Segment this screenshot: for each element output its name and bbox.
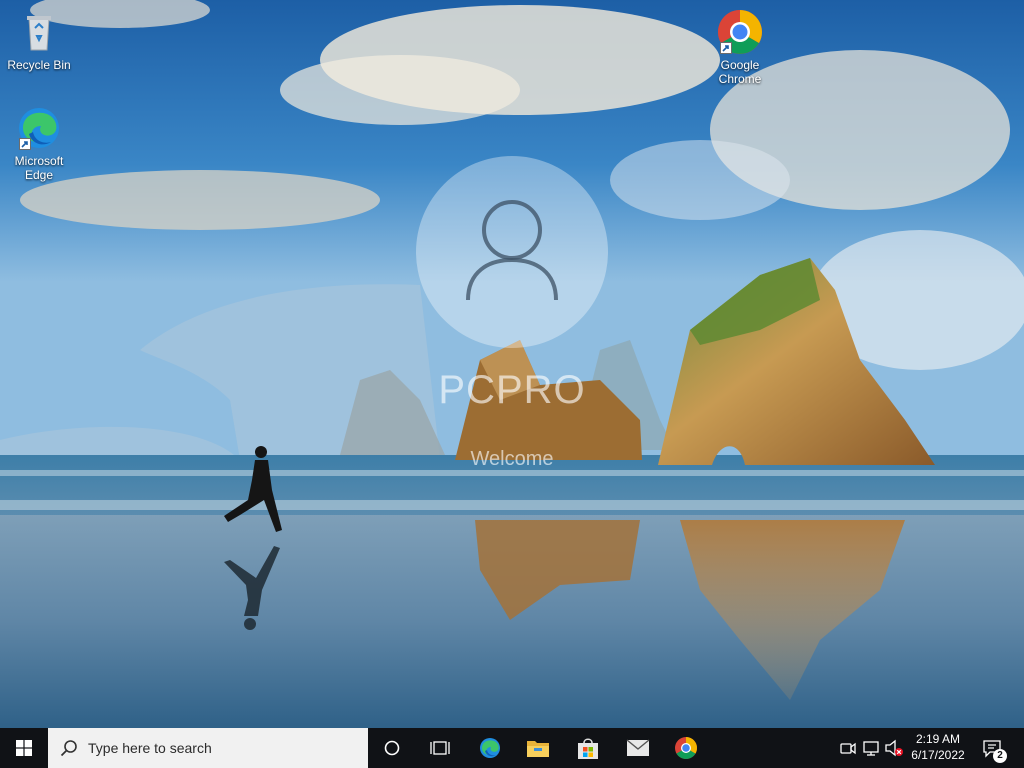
shortcut-arrow-icon bbox=[19, 138, 31, 150]
chrome-icon bbox=[675, 737, 697, 759]
desktop-icon-google-chrome[interactable]: Google Chrome bbox=[702, 8, 778, 86]
desktop-icon-label: Google Chrome bbox=[718, 58, 762, 86]
desktop-icon-label: Microsoft Edge bbox=[14, 154, 64, 182]
notification-count-badge: 2 bbox=[993, 749, 1007, 763]
network-icon[interactable] bbox=[862, 738, 882, 758]
volume-muted-icon[interactable] bbox=[884, 738, 904, 758]
cortana-icon bbox=[384, 740, 400, 756]
chrome-icon bbox=[716, 8, 764, 56]
clock[interactable]: 2:19 AM 6/17/2022 bbox=[906, 731, 970, 763]
edge-icon bbox=[15, 104, 63, 152]
task-view-button[interactable] bbox=[416, 728, 464, 768]
recycle-bin-icon bbox=[15, 8, 63, 56]
microsoft-store-icon bbox=[578, 738, 598, 759]
search-placeholder: Type here to search bbox=[88, 740, 212, 756]
windows-logo-icon bbox=[16, 740, 32, 756]
shortcut-arrow-icon bbox=[720, 42, 732, 54]
taskbar-file-explorer[interactable] bbox=[514, 728, 562, 768]
desktop-icon-microsoft-edge[interactable]: Microsoft Edge bbox=[1, 104, 77, 182]
clock-time: 2:19 AM bbox=[915, 732, 961, 746]
desktop-icon-recycle-bin[interactable]: Recycle Bin bbox=[1, 8, 77, 72]
taskbar-microsoft-store[interactable] bbox=[564, 728, 612, 768]
task-view-icon bbox=[430, 741, 450, 755]
file-explorer-icon bbox=[527, 741, 549, 757]
search-icon bbox=[60, 740, 77, 757]
mail-icon bbox=[626, 739, 650, 756]
taskbar-chrome[interactable] bbox=[662, 728, 710, 768]
meet-now-icon[interactable] bbox=[838, 738, 858, 758]
taskbar-mail[interactable] bbox=[614, 728, 662, 768]
desktop-icon-label: Recycle Bin bbox=[7, 58, 71, 72]
taskbar: Type here to search 2:19 AM 6/17/2022 2 bbox=[0, 728, 1024, 768]
wallpaper bbox=[0, 0, 1024, 728]
search-box[interactable]: Type here to search bbox=[48, 728, 368, 768]
edge-icon bbox=[480, 738, 500, 758]
taskbar-edge[interactable] bbox=[466, 728, 514, 768]
user-avatar-icon[interactable] bbox=[416, 156, 608, 348]
desktop[interactable]: Recycle Bin Microsoft Edge Google Chrome… bbox=[0, 0, 1024, 728]
clock-date: 6/17/2022 bbox=[911, 748, 965, 762]
start-button[interactable] bbox=[0, 728, 48, 768]
cortana-button[interactable] bbox=[368, 728, 416, 768]
